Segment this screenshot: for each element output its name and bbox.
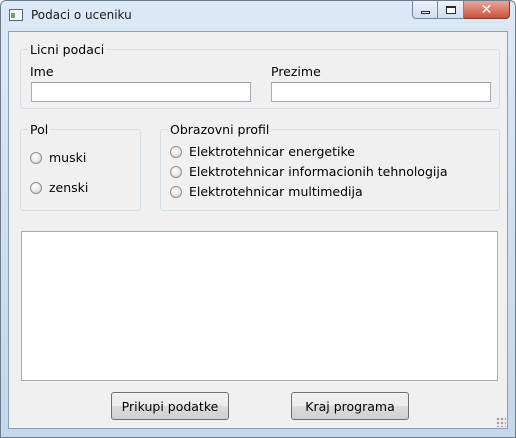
first-name-input[interactable] (31, 82, 251, 102)
profile-option-informacionih-label[interactable]: Elektrotehnicar informacionih tehnologij… (189, 164, 448, 179)
profile-group: Obrazovni profil Elektrotehnicar energet… (160, 122, 500, 211)
profile-option-multimedija-label[interactable]: Elektrotehnicar multimedija (189, 184, 363, 199)
output-text-area[interactable] (21, 231, 498, 381)
minimize-button[interactable] (412, 1, 438, 19)
gender-legend: Pol (28, 122, 51, 137)
close-button[interactable]: ✕ (464, 1, 510, 19)
last-name-label: Prezime (271, 64, 321, 79)
personal-data-group: Licni podaci Ime Prezime (20, 42, 500, 109)
application-window: Podaci o uceniku ✕ Licni podaci Ime Prez… (0, 0, 516, 438)
form-client-area: Licni podaci Ime Prezime Pol muski zensk… (8, 31, 508, 429)
profile-radio-informacionih[interactable] (170, 166, 182, 178)
gender-radio-zenski[interactable] (30, 182, 42, 194)
gender-radio-muski[interactable] (30, 152, 42, 164)
gender-option-muski-label[interactable]: muski (49, 150, 86, 165)
maximize-icon (445, 5, 456, 14)
close-icon: ✕ (480, 1, 493, 18)
first-name-label: Ime (30, 64, 54, 79)
window-app-icon[interactable] (9, 9, 23, 21)
collect-data-button[interactable]: Prikupi podatke (111, 392, 229, 420)
maximize-button[interactable] (438, 1, 464, 19)
profile-radio-energetike[interactable] (170, 146, 182, 158)
window-title: Podaci o uceniku (31, 8, 132, 22)
gender-option-zenski-label[interactable]: zenski (49, 180, 88, 195)
exit-program-button[interactable]: Kraj programa (291, 392, 409, 420)
caption-buttons: ✕ (412, 1, 510, 20)
title-bar[interactable]: Podaci o uceniku ✕ (1, 1, 515, 31)
resize-grip[interactable] (496, 417, 506, 427)
profile-option-energetike-label[interactable]: Elektrotehnicar energetike (189, 144, 355, 159)
profile-legend: Obrazovni profil (168, 122, 272, 137)
gender-group: Pol muski zenski (20, 122, 141, 211)
profile-radio-multimedija[interactable] (170, 186, 182, 198)
personal-data-legend: Licni podaci (28, 42, 107, 57)
minimize-icon (420, 10, 430, 14)
last-name-input[interactable] (271, 82, 491, 102)
